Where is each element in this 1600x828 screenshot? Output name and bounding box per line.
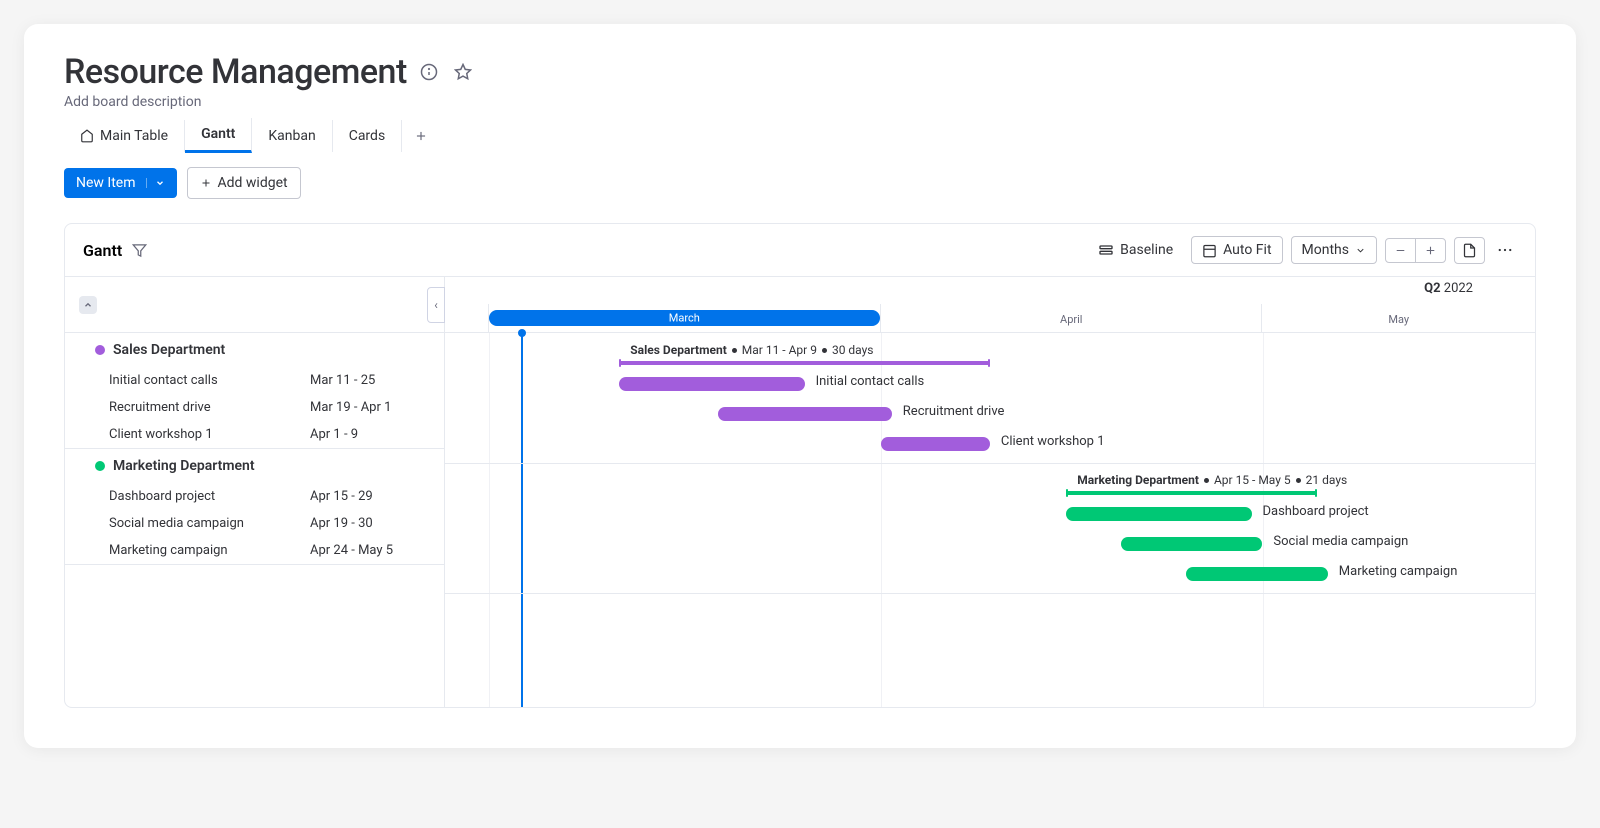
- gantt-chart[interactable]: Q2 2022 March April May: [445, 277, 1535, 707]
- task-bar-label: Recruitment drive: [903, 404, 1005, 419]
- view-tabs: Main Table Gantt Kanban Cards: [64, 118, 1536, 153]
- side-header: ‹: [65, 277, 444, 333]
- baseline-button[interactable]: Baseline: [1088, 237, 1183, 263]
- group-color-icon: [95, 461, 105, 471]
- task-bar[interactable]: [718, 407, 892, 421]
- zoom-out-button[interactable]: [1386, 239, 1416, 262]
- tab-label: Gantt: [201, 126, 235, 142]
- tab-label: Main Table: [100, 128, 168, 144]
- collapse-panel-button[interactable]: ‹: [427, 287, 445, 323]
- zoom-in-button[interactable]: [1416, 239, 1445, 262]
- new-item-label: New Item: [76, 175, 136, 191]
- group-name: Marketing Department: [113, 458, 255, 474]
- star-icon[interactable]: [451, 60, 475, 84]
- filter-icon[interactable]: [132, 243, 147, 258]
- timeline-header: Q2 2022 March April May: [445, 277, 1535, 333]
- task-bar-label: Dashboard project: [1263, 504, 1369, 519]
- task-bar-label: Social media campaign: [1273, 534, 1408, 549]
- task-bar[interactable]: [881, 437, 990, 451]
- group-bar-label: Sales DepartmentMar 11 - Apr 930 days: [630, 343, 873, 357]
- auto-fit-label: Auto Fit: [1223, 242, 1271, 258]
- info-icon[interactable]: [417, 60, 441, 84]
- task-row[interactable]: Dashboard project Apr 15 - 29: [65, 483, 444, 510]
- task-bar-label: Marketing campaign: [1339, 564, 1458, 579]
- task-name: Client workshop 1: [109, 427, 310, 442]
- tab-label: Cards: [349, 128, 385, 144]
- collapse-all-button[interactable]: [79, 296, 97, 314]
- new-item-button[interactable]: New Item: [64, 168, 177, 198]
- task-bar-label: Initial contact calls: [816, 374, 925, 389]
- add-widget-label: Add widget: [218, 175, 288, 191]
- task-bar[interactable]: [619, 377, 804, 391]
- gantt-toolbar: Gantt Baseline Auto Fit: [65, 224, 1535, 276]
- today-line: [521, 333, 523, 707]
- baseline-label: Baseline: [1120, 242, 1173, 258]
- task-dates: Apr 24 - May 5: [310, 543, 430, 558]
- group-header-marketing[interactable]: Marketing Department: [65, 449, 444, 483]
- task-row[interactable]: Marketing campaign Apr 24 - May 5: [65, 537, 444, 564]
- group-color-icon: [95, 345, 105, 355]
- gantt-side-panel: ‹ Sales Department Initial contact calls…: [65, 277, 445, 707]
- task-bar-label: Client workshop 1: [1001, 434, 1105, 449]
- task-row[interactable]: Initial contact calls Mar 11 - 25: [65, 367, 444, 394]
- baseline-icon: [1098, 242, 1114, 258]
- gantt-body: ‹ Sales Department Initial contact calls…: [65, 276, 1535, 707]
- task-row[interactable]: Recruitment drive Mar 19 - Apr 1: [65, 394, 444, 421]
- chevron-down-icon: [1355, 245, 1366, 256]
- task-bar[interactable]: [1186, 567, 1328, 581]
- auto-fit-button[interactable]: Auto Fit: [1191, 236, 1282, 264]
- scale-select[interactable]: Months: [1291, 236, 1377, 264]
- zoom-group: [1385, 238, 1446, 263]
- scale-label: Months: [1302, 242, 1349, 258]
- board-title: Resource Management: [64, 52, 407, 92]
- task-name: Initial contact calls: [109, 373, 310, 388]
- home-icon: [80, 129, 94, 143]
- plus-icon: [200, 177, 212, 189]
- calendar-icon: [1202, 243, 1217, 258]
- add-widget-button[interactable]: Add widget: [187, 167, 301, 199]
- gantt-title-row: Gantt: [83, 241, 147, 260]
- task-row[interactable]: Client workshop 1 Apr 1 - 9: [65, 421, 444, 448]
- tab-cards[interactable]: Cards: [333, 120, 402, 152]
- tab-kanban[interactable]: Kanban: [252, 120, 332, 152]
- task-dates: Apr 19 - 30: [310, 516, 430, 531]
- add-view-button[interactable]: [402, 121, 440, 151]
- task-bar[interactable]: [1121, 537, 1263, 551]
- group-bar[interactable]: [1066, 491, 1317, 495]
- board-header: Resource Management Add board descriptio…: [24, 52, 1576, 153]
- gantt-controls: Baseline Auto Fit Months: [1088, 236, 1517, 264]
- group-bar[interactable]: [619, 361, 990, 365]
- more-icon[interactable]: [1493, 236, 1517, 264]
- task-dates: Mar 19 - Apr 1: [310, 400, 430, 415]
- gantt-title: Gantt: [83, 241, 122, 260]
- task-name: Marketing campaign: [109, 543, 310, 558]
- task-row[interactable]: Social media campaign Apr 19 - 30: [65, 510, 444, 537]
- task-dates: Apr 15 - 29: [310, 489, 430, 504]
- tab-main-table[interactable]: Main Table: [64, 120, 185, 152]
- task-bar[interactable]: [1066, 507, 1251, 521]
- task-name: Dashboard project: [109, 489, 310, 504]
- group-header-sales[interactable]: Sales Department: [65, 333, 444, 367]
- tab-label: Kanban: [268, 128, 315, 144]
- board-card: Resource Management Add board descriptio…: [24, 24, 1576, 748]
- quarter-label: Q2 2022: [1424, 281, 1473, 296]
- board-description[interactable]: Add board description: [64, 94, 1536, 110]
- chevron-down-icon: [146, 178, 165, 188]
- board-toolbar: New Item Add widget: [24, 153, 1576, 213]
- month-label: May: [1388, 313, 1409, 326]
- tab-gantt[interactable]: Gantt: [185, 118, 252, 153]
- gantt-container: Gantt Baseline Auto Fit: [64, 223, 1536, 708]
- group-name: Sales Department: [113, 342, 225, 358]
- export-button[interactable]: [1454, 237, 1485, 264]
- task-dates: Apr 1 - 9: [310, 427, 430, 442]
- task-name: Social media campaign: [109, 516, 310, 531]
- group-bar-label: Marketing DepartmentApr 15 - May 521 day…: [1077, 473, 1347, 487]
- month-label: April: [1060, 313, 1082, 326]
- task-dates: Mar 11 - 25: [310, 373, 430, 388]
- task-name: Recruitment drive: [109, 400, 310, 415]
- month-label: March: [669, 312, 700, 325]
